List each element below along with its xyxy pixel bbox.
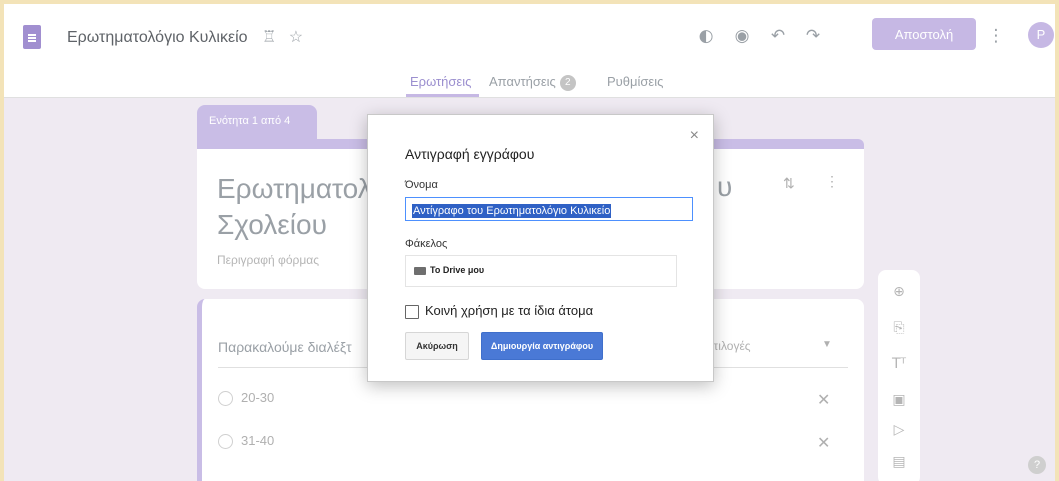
- document-title[interactable]: Ερωτηματολόγιο Κυλικείο ♖ ☆: [67, 27, 303, 47]
- radio-icon: [218, 391, 233, 407]
- active-tab-indicator: [406, 94, 479, 97]
- add-image-icon[interactable]: ▣: [889, 390, 909, 410]
- help-icon[interactable]: ?: [1028, 456, 1046, 474]
- question-type-select[interactable]: πιλογές: [710, 339, 751, 353]
- section-label: Ενότητα 1 από 4: [197, 105, 317, 139]
- folder-picker[interactable]: To Drive μου: [405, 255, 677, 287]
- option-label[interactable]: 20-30: [241, 390, 274, 405]
- tab-responses-label: Απαντήσεις: [489, 74, 556, 89]
- remove-option-icon[interactable]: ✕: [817, 433, 830, 453]
- dropdown-arrow-icon[interactable]: ▼: [822, 339, 832, 350]
- top-bar: Ερωτηματολόγιο Κυλικείο ♖ ☆ ◐ ◉ ↶ ↷ Αποσ…: [4, 4, 1055, 98]
- remove-option-icon[interactable]: ✕: [817, 390, 830, 410]
- forms-logo-icon[interactable]: [23, 25, 41, 49]
- name-field[interactable]: Αντίγραφο του Ερωτηματολόγιο Κυλικείο: [405, 197, 693, 221]
- folder-icon: [414, 266, 426, 275]
- eye-icon[interactable]: ◉: [730, 24, 754, 48]
- add-title-icon[interactable]: Tᵀ: [889, 354, 909, 374]
- form-description[interactable]: Περιγραφή φόρμας: [217, 253, 319, 267]
- tab-settings-label: Ρυθμίσεις: [607, 74, 664, 89]
- tab-settings[interactable]: Ρυθμίσεις: [607, 74, 663, 89]
- document-title-text[interactable]: Ερωτηματολόγιο Κυλικείο: [67, 29, 248, 46]
- star-icon[interactable]: ☆: [289, 29, 303, 46]
- shared-icon: ♖: [261, 29, 277, 46]
- close-icon[interactable]: ×: [690, 127, 699, 145]
- collapse-icon[interactable]: ⇅: [783, 175, 795, 192]
- name-label: Όνομα: [405, 179, 438, 191]
- palette-icon[interactable]: ◐: [694, 24, 718, 48]
- tab-responses[interactable]: Απαντήσεις 2: [489, 74, 576, 91]
- copy-document-dialog: × Αντιγραφή εγγράφου Όνομα Αντίγραφο του…: [367, 114, 714, 382]
- side-toolbar: ⊕ ⎘ Tᵀ ▣ ▷ ▤: [878, 270, 920, 481]
- option-item[interactable]: 31-40: [218, 433, 274, 450]
- name-field-value[interactable]: Αντίγραφο του Ερωτηματολόγιο Κυλικείο: [412, 204, 612, 218]
- dialog-title: Αντιγραφή εγγράφου: [405, 146, 535, 162]
- share-checkbox[interactable]: [405, 304, 419, 319]
- folder-value: To Drive μου: [430, 265, 485, 275]
- responses-count-badge: 2: [559, 74, 576, 91]
- option-item[interactable]: 20-30: [218, 390, 274, 407]
- tab-questions-label: Ερωτήσεις: [410, 74, 472, 89]
- question-input[interactable]: Παρακαλούμε διαλέξτ: [218, 339, 352, 355]
- share-checkbox-label[interactable]: Κοινή χρήση με τα ίδια άτομα: [425, 303, 593, 318]
- section-more-icon[interactable]: ⋮: [825, 173, 839, 190]
- undo-icon[interactable]: ↶: [766, 24, 790, 48]
- create-copy-button[interactable]: Δημιουργία αντιγράφου: [481, 332, 603, 360]
- form-title-line1: Ερωτηματολ: [217, 173, 372, 204]
- import-questions-icon[interactable]: ⎘: [889, 318, 909, 338]
- more-vert-icon[interactable]: ⋮: [984, 24, 1008, 48]
- folder-label: Φάκελος: [405, 238, 448, 250]
- add-question-icon[interactable]: ⊕: [889, 282, 909, 302]
- avatar[interactable]: P: [1028, 22, 1054, 48]
- form-tabs: Ερωτήσεις Απαντήσεις 2 Ρυθμίσεις: [4, 66, 1055, 98]
- redo-icon[interactable]: ↷: [801, 24, 825, 48]
- add-section-icon[interactable]: ▤: [889, 452, 909, 472]
- share-checkbox-row[interactable]: Κοινή χρήση με τα ίδια άτομα: [405, 303, 593, 319]
- cancel-button[interactable]: Ακύρωση: [405, 332, 469, 360]
- form-title-tail: υ: [717, 171, 733, 202]
- app-window: Ερωτηματολόγιο Κυλικείο ♖ ☆ ◐ ◉ ↶ ↷ Αποσ…: [4, 4, 1055, 481]
- radio-icon: [218, 434, 233, 450]
- option-label[interactable]: 31-40: [241, 433, 274, 448]
- form-title-line2: Σχολείου: [217, 209, 327, 240]
- add-video-icon[interactable]: ▷: [889, 420, 909, 440]
- send-button[interactable]: Αποστολή: [872, 18, 976, 50]
- tab-questions[interactable]: Ερωτήσεις: [410, 74, 471, 89]
